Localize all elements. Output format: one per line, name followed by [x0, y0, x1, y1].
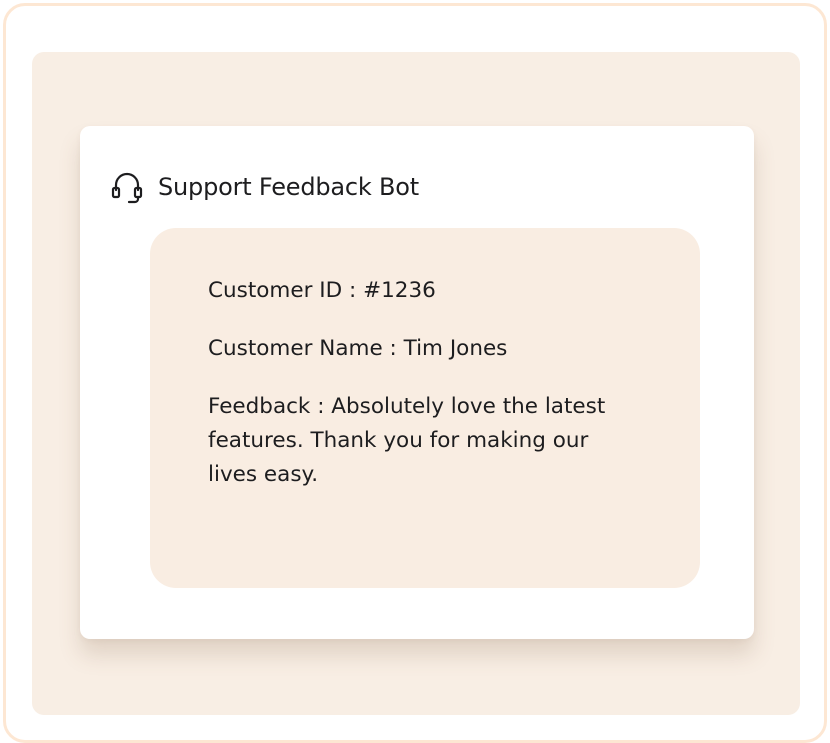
- message-bubble: Customer ID : #1236 Customer Name : Tim …: [150, 228, 700, 588]
- feedback-text: Feedback : Absolutely love the latest fe…: [208, 394, 606, 487]
- customer-name-text: Customer Name : Tim Jones: [208, 336, 508, 361]
- bot-header: Support Feedback Bot: [110, 170, 419, 204]
- customer-id-text: Customer ID : #1236: [208, 278, 436, 303]
- headset-icon: [111, 172, 143, 204]
- bot-title: Support Feedback Bot: [158, 173, 419, 201]
- bot-message-card: Support Feedback Bot Customer ID : #1236…: [80, 126, 754, 639]
